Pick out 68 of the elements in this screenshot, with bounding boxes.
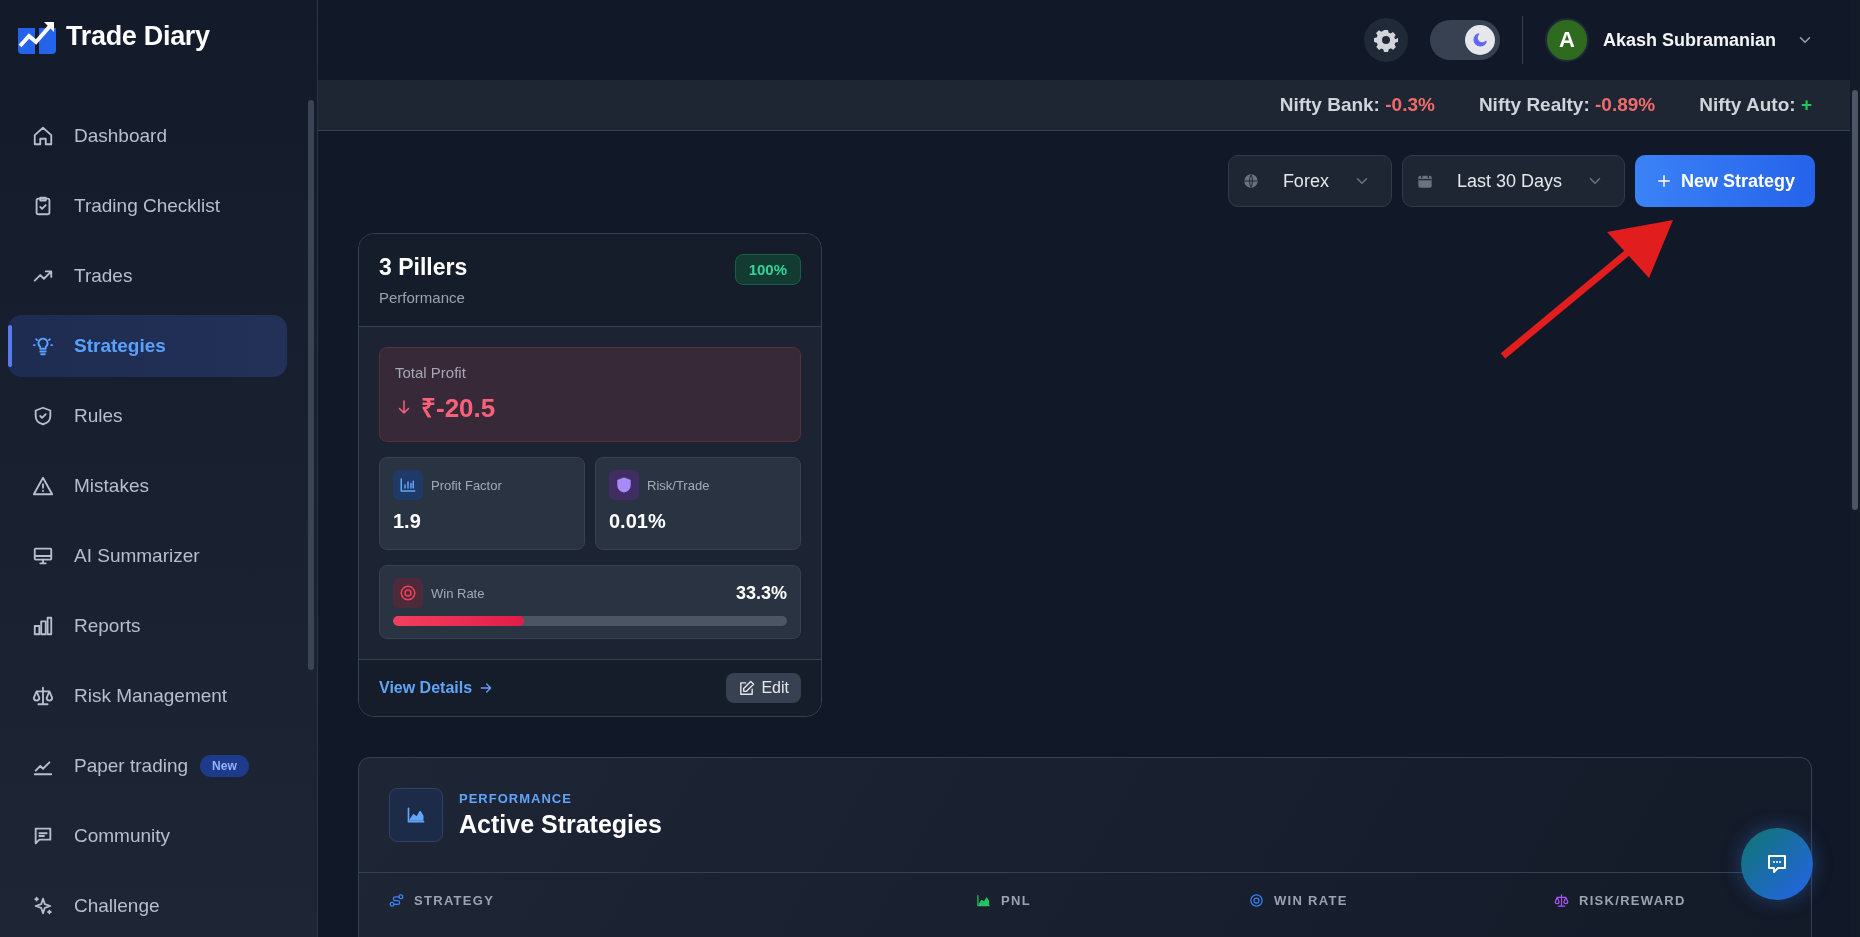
metric-value: 0.01% — [609, 510, 667, 533]
settings-button[interactable] — [1363, 18, 1408, 62]
view-details-link[interactable]: View Details — [379, 679, 495, 697]
strategy-title: 3 Pillers — [379, 254, 468, 281]
bar-chart-icon — [399, 476, 417, 494]
index-name: Nifty Realty: — [1478, 94, 1590, 115]
column-header[interactable]: RISK/REWARD — [1579, 893, 1686, 908]
period-dropdown[interactable]: Last 30 Days — [1401, 155, 1625, 207]
calendar-icon — [1416, 173, 1433, 189]
nav-item[interactable]: Reports — [8, 595, 287, 657]
market-dropdown[interactable]: Forex — [1227, 155, 1392, 207]
target-icon — [399, 584, 417, 602]
sparkle-icon — [32, 895, 54, 917]
target-icon — [1249, 893, 1264, 908]
lightbulb-icon — [32, 335, 54, 357]
brand-name: Trade Diary — [66, 20, 210, 52]
metric-label: Risk/Trade — [647, 477, 710, 493]
profit-label: Total Profit — [395, 364, 467, 381]
win-rate-value: 33.3% — [735, 582, 787, 604]
nav-item[interactable]: AI Summarizer — [8, 525, 287, 587]
index-name: Nifty Bank: — [1279, 94, 1380, 115]
globe-icon — [1242, 173, 1259, 189]
chat-icon — [1765, 852, 1789, 876]
home-icon — [32, 125, 54, 147]
nav-item[interactable]: Risk Management — [8, 665, 287, 727]
new-strategy-button[interactable]: New Strategy — [1634, 155, 1815, 207]
monitor-icon — [32, 545, 54, 567]
section-eyebrow: PERFORMANCE — [459, 791, 573, 806]
index-change: + — [1800, 94, 1812, 115]
nav-item[interactable]: Rules — [8, 385, 287, 447]
area-chart-icon — [406, 805, 426, 825]
column-header[interactable]: WIN RATE — [1274, 893, 1348, 908]
index-change: -0.89% — [1595, 94, 1656, 115]
warning-icon — [32, 475, 54, 497]
index-name: Nifty Auto: — [1699, 94, 1796, 115]
nav-item[interactable]: Paper trading New — [8, 735, 287, 797]
index-change: -0.3% — [1385, 94, 1435, 115]
scale-icon — [32, 685, 54, 707]
theme-toggle[interactable] — [1429, 20, 1500, 60]
nav-item[interactable]: Dashboard — [8, 105, 287, 167]
edit-icon — [738, 679, 756, 697]
area-chart-icon — [976, 893, 991, 908]
shield-icon — [615, 476, 633, 494]
route-icon — [389, 893, 404, 908]
column-header[interactable]: PNL — [1001, 893, 1031, 908]
column-header[interactable]: STRATEGY — [414, 893, 495, 908]
nav-item[interactable]: Community — [8, 805, 287, 867]
avatar: A — [1544, 18, 1589, 62]
metric-value: 1.9 — [393, 510, 422, 533]
nav-item[interactable]: Challenge — [8, 875, 287, 937]
settings-icon — [1373, 28, 1398, 52]
nav-item[interactable]: Trading Checklist — [8, 175, 287, 237]
new-badge: New — [200, 755, 249, 777]
nav-item[interactable]: Trades — [8, 245, 287, 307]
user-menu[interactable]: A Akash Subramanian — [1544, 18, 1814, 62]
nav-item[interactable]: Strategies — [8, 315, 287, 377]
strategy-subtitle: Performance — [379, 289, 466, 306]
message-icon — [32, 825, 54, 847]
profit-value: ₹-20.5 — [421, 392, 496, 425]
nav-item[interactable]: Mistakes — [8, 455, 287, 517]
percent-badge: 100% — [734, 254, 801, 285]
edit-button[interactable]: Edit — [726, 673, 801, 703]
section-title: Active Strategies — [459, 810, 662, 839]
metric-label: Win Rate — [431, 585, 485, 601]
scale-icon — [1554, 893, 1569, 908]
metric-label: Profit Factor — [431, 477, 502, 493]
shield-check-icon — [32, 405, 54, 427]
bar-chart-icon — [32, 615, 54, 637]
